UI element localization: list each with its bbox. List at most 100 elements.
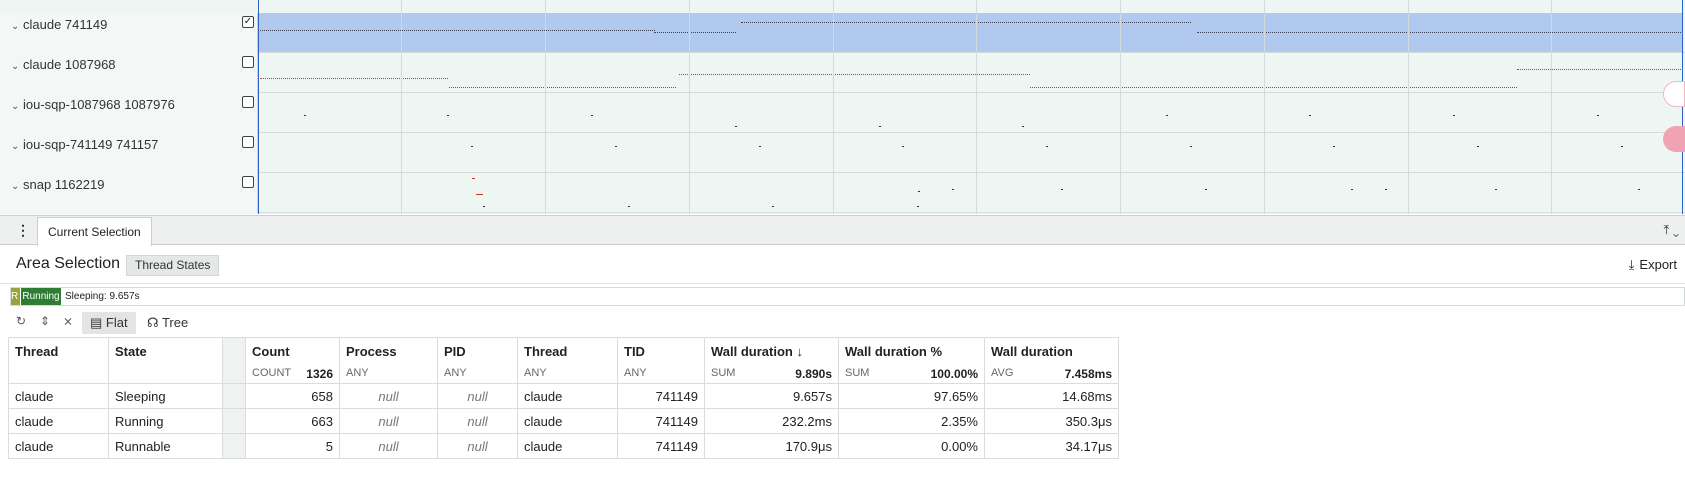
slice-line (449, 87, 676, 88)
cell-process: null (339, 408, 438, 434)
tree-view-toggle[interactable]: ☊ Tree (139, 312, 196, 334)
unchecked-box-icon[interactable] (242, 136, 254, 148)
reset-icon[interactable]: ↻ (16, 314, 26, 328)
slice-line (679, 74, 1030, 75)
table-row[interactable]: claude Sleeping 658 null null claude 741… (8, 383, 1119, 409)
track-claude-741149[interactable]: ⌄ claude 741149 ✓ (0, 13, 1685, 53)
column-title: State (115, 344, 147, 359)
column-header-tid[interactable]: TID ANY (617, 337, 705, 384)
aggregate-label: SUM (845, 367, 870, 379)
pivot-table: Thread State Count COUNT 1326 Process ANY… (8, 337, 1119, 459)
cell-thread: claude (8, 383, 109, 409)
assistant-icon[interactable] (1663, 126, 1685, 152)
state-segment-sleeping[interactable]: Sleeping: 9.657s (65, 288, 140, 305)
grid-line (1120, 0, 1121, 214)
aggregate-label: COUNT (252, 367, 292, 379)
chevron-down-icon[interactable]: ⌄ (11, 101, 19, 112)
cell-pid: null (437, 408, 518, 434)
event-mark (1495, 189, 1497, 190)
track-name: iou-sqp-741149 741157 (23, 137, 159, 152)
cell-wall-duration: 170.9μs (704, 433, 839, 459)
cell-spacer (222, 383, 246, 409)
cell-thread-name: claude (517, 433, 618, 459)
unchecked-box-icon[interactable] (242, 56, 254, 68)
event-mark (476, 194, 483, 195)
track-label[interactable]: ⌄ claude 1087968 (0, 53, 258, 93)
aggregate-value: 1326 (306, 367, 333, 381)
checked-box-icon[interactable]: ✓ (242, 16, 254, 28)
unchecked-box-icon[interactable] (242, 96, 254, 108)
export-button[interactable]: ⤓ Export (1629, 257, 1677, 273)
event-mark (471, 146, 473, 147)
cell-wall-duration: 232.2ms (704, 408, 839, 434)
unchecked-box-icon[interactable] (242, 176, 254, 188)
event-mark (1638, 189, 1640, 190)
track-label[interactable]: ⌄ snap 1162219 (0, 173, 258, 213)
event-mark (447, 115, 449, 116)
more-vert-icon[interactable]: ⋮ (16, 222, 30, 239)
track-name: claude 741149 (23, 17, 108, 32)
track-label[interactable]: ⌄ iou-sqp-1087968 1087976 (0, 93, 258, 133)
cell-count: 663 (245, 408, 340, 434)
selection-end-handle[interactable] (1682, 0, 1683, 214)
track-label[interactable]: ⌄ claude 741149 ✓ (0, 13, 258, 53)
track-name: snap 1162219 (23, 177, 105, 192)
grid-line (1264, 0, 1265, 214)
column-header-thread[interactable]: Thread (8, 337, 109, 384)
track-iou-sqp-1087968[interactable]: ⌄ iou-sqp-1087968 1087976 (0, 93, 1685, 133)
cell-tid: 741149 (617, 433, 705, 459)
chevron-down-icon[interactable]: ⌄ (11, 181, 19, 192)
column-header-wall-duration-avg[interactable]: Wall duration AVG 7.458ms (984, 337, 1119, 384)
cell-state: Running (108, 408, 223, 434)
state-segment-running[interactable]: Running (21, 288, 61, 305)
cell-state: Sleeping (108, 383, 223, 409)
flows-icon[interactable] (1663, 81, 1685, 107)
column-header-wall-duration-percent[interactable]: Wall duration % SUM 100.00% (838, 337, 985, 384)
column-header-thread-name[interactable]: Thread ANY (517, 337, 618, 384)
thread-states-chip[interactable]: Thread States (126, 255, 220, 276)
column-header-pid[interactable]: PID ANY (437, 337, 518, 384)
track-canvas[interactable] (259, 133, 1683, 173)
cell-wall-duration-percent: 0.00% (838, 433, 985, 459)
chevron-down-icon[interactable]: ⌄ (11, 61, 19, 72)
aggregate-label: ANY (346, 367, 369, 379)
event-mark (902, 146, 904, 147)
event-mark (952, 189, 954, 190)
selection-start-handle[interactable] (258, 0, 259, 214)
collapse-all-icon[interactable]: ⨯ (63, 314, 73, 328)
column-header-wall-duration[interactable]: Wall duration ↓ SUM 9.890s (704, 337, 839, 384)
track-canvas[interactable] (259, 53, 1683, 93)
chevron-down-icon[interactable]: ⌄ (11, 141, 19, 152)
slice-line (654, 32, 736, 33)
download-icon: ⤓ (1628, 257, 1635, 272)
state-segment-runnable[interactable]: R (11, 288, 20, 305)
track-claude-1087968[interactable]: ⌄ claude 1087968 (0, 53, 1685, 93)
track-label[interactable]: ⌄ iou-sqp-741149 741157 (0, 133, 258, 173)
event-mark (1385, 189, 1387, 190)
track-canvas[interactable] (259, 13, 1683, 53)
flat-view-toggle[interactable]: ▤ Flat (82, 312, 136, 334)
column-header-state[interactable]: State (108, 337, 223, 384)
column-header-count[interactable]: Count COUNT 1326 (245, 337, 340, 384)
event-mark (304, 115, 306, 116)
timeline-tracks[interactable]: ⌄ claude 741149 ✓ ⌄ claude 1087968 ⌄ iou (0, 0, 1685, 214)
flat-label: Flat (105, 315, 128, 330)
tab-current-selection[interactable]: Current Selection (37, 217, 152, 246)
chevron-down-icon[interactable]: ⌄ (11, 21, 19, 32)
column-header-process[interactable]: Process ANY (339, 337, 438, 384)
column-title: PID (444, 344, 466, 359)
export-label: Export (1639, 257, 1677, 272)
event-mark (628, 206, 630, 207)
table-row[interactable]: claude Running 663 null null claude 7411… (8, 408, 1119, 434)
aggregate-row: ANY (624, 367, 698, 379)
track-iou-sqp-741149[interactable]: ⌄ iou-sqp-741149 741157 (0, 133, 1685, 173)
aggregate-label: ANY (624, 367, 647, 379)
track-canvas[interactable] (259, 173, 1683, 213)
table-row[interactable]: claude Runnable 5 null null claude 74114… (8, 433, 1119, 459)
collapse-panel-icon[interactable]: ⤒ ⌄ (1664, 222, 1680, 238)
expand-all-icon[interactable]: ⇕ (40, 314, 50, 328)
track-canvas[interactable] (259, 93, 1683, 133)
tree-icon: ☊ (147, 315, 159, 330)
track-snap-1162219[interactable]: ⌄ snap 1162219 (0, 173, 1685, 213)
sort-descending-icon[interactable]: ↓ (796, 344, 803, 359)
